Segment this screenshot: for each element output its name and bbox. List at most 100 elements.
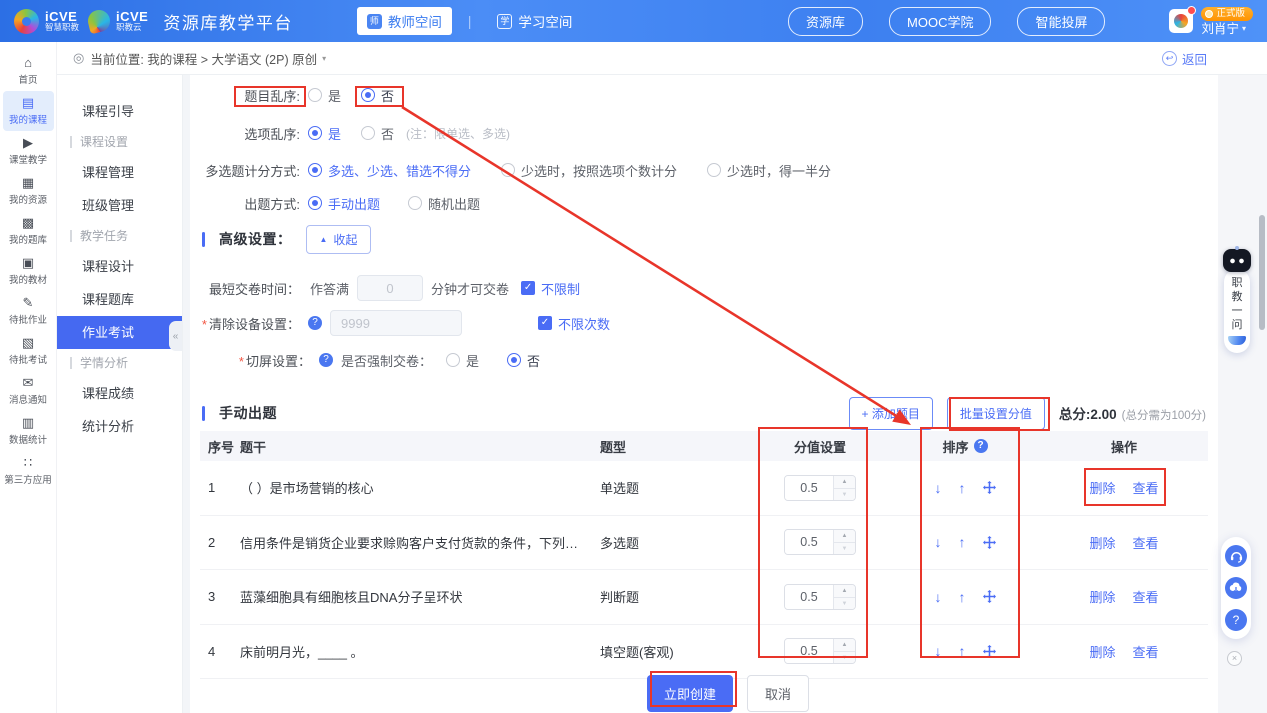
sidebar-item-data-statistics[interactable]: ▥ 数据统计 <box>3 411 54 451</box>
score-input[interactable] <box>785 639 833 663</box>
page-scrollbar[interactable] <box>1259 215 1265 330</box>
move-up-icon[interactable]: ↑ <box>959 590 966 604</box>
score-spinner[interactable]: ▲ ▼ <box>784 584 856 610</box>
min-submit-time-row: 最短交卷时间： 作答满 分钟才可交卷 ✓ 不限制 <box>190 273 1218 303</box>
no-time-limit-checkbox[interactable]: ✓ <box>521 281 535 295</box>
spinner-down-icon[interactable]: ▼ <box>834 651 855 664</box>
drag-move-icon[interactable] <box>983 645 996 658</box>
view-question-link[interactable]: 查看 <box>1133 587 1159 606</box>
force-submit-yes-radio[interactable]: 是 <box>446 351 479 370</box>
collapse-advanced-button[interactable]: ▲ 收起 <box>306 225 372 254</box>
sidebar-item-my-courses[interactable]: ▤ 我的课程 <box>3 91 54 131</box>
menu-item-course-grades[interactable]: 课程成绩 <box>57 377 182 410</box>
question-shuffle-yes-radio[interactable]: 是 <box>308 86 341 105</box>
tab-learning-space[interactable]: 学 学习空间 <box>487 7 582 35</box>
close-help-icon[interactable]: × <box>1227 651 1242 666</box>
option-shuffle-yes-radio[interactable]: 是 <box>308 124 341 143</box>
sidebar-item-my-textbooks[interactable]: ▣ 我的教材 <box>3 251 54 291</box>
sort-help-icon[interactable]: ? <box>974 439 988 453</box>
score-input[interactable] <box>785 530 833 554</box>
menu-item-class-management[interactable]: 班级管理 <box>57 189 182 222</box>
device-count-input[interactable] <box>330 310 462 336</box>
multi-scoring-half-radio[interactable]: 少选时，得一半分 <box>707 161 831 180</box>
move-up-icon[interactable]: ↑ <box>959 481 966 495</box>
option-shuffle-no-radio[interactable]: 否 <box>361 124 394 143</box>
user-avatar[interactable] <box>1169 9 1193 33</box>
delete-question-link[interactable]: 删除 <box>1089 587 1115 606</box>
back-button[interactable]: ↩ 返回 <box>1162 49 1207 68</box>
cloud-download-icon[interactable] <box>1225 577 1247 599</box>
delete-question-link[interactable]: 删除 <box>1089 642 1115 661</box>
sidebar-item-pending-exams[interactable]: ▧ 待批考试 <box>3 331 54 371</box>
score-spinner[interactable]: ▲ ▼ <box>784 638 856 664</box>
spinner-up-icon[interactable]: ▲ <box>834 476 855 488</box>
no-device-limit-checkbox[interactable]: ✓ <box>538 316 552 330</box>
sidebar-item-my-resources[interactable]: ▦ 我的资源 <box>3 171 54 211</box>
score-input[interactable] <box>785 476 833 500</box>
menu-item-statistical-analysis[interactable]: 统计分析 <box>57 410 182 443</box>
multi-scoring-by-count-radio[interactable]: 少选时，按照选项个数计分 <box>501 161 677 180</box>
force-submit-no-radio[interactable]: 否 <box>507 351 540 370</box>
score-spinner[interactable]: ▲ ▼ <box>784 529 856 555</box>
menu-collapse-handle[interactable]: « <box>169 321 182 351</box>
create-now-button[interactable]: 立即创建 <box>647 675 733 712</box>
score-input[interactable] <box>785 585 833 609</box>
manual-mode-radio[interactable]: 手动出题 <box>308 194 380 213</box>
score-spinner[interactable]: ▲ ▼ <box>784 475 856 501</box>
sidebar-item-third-party-apps[interactable]: ∷ 第三方应用 <box>3 451 54 491</box>
ai-assistant-widget[interactable]: 职教一问 <box>1221 249 1253 353</box>
resource-library-button[interactable]: 资源库 <box>788 7 863 36</box>
min-time-input[interactable] <box>357 275 423 301</box>
question-shuffle-no-radio[interactable]: 否 <box>361 86 394 105</box>
help-question-icon[interactable]: ? <box>1225 609 1247 631</box>
sidebar-item-home[interactable]: ⌂ 首页 <box>3 51 54 91</box>
move-up-icon[interactable]: ↑ <box>959 535 966 549</box>
move-down-icon[interactable]: ↓ <box>935 535 942 549</box>
move-down-icon[interactable]: ↓ <box>935 590 942 604</box>
mooc-college-button[interactable]: MOOC学院 <box>889 7 991 36</box>
menu-item-course-design[interactable]: 课程设计 <box>57 250 182 283</box>
spinner-down-icon[interactable]: ▼ <box>834 488 855 501</box>
drag-move-icon[interactable] <box>983 590 996 603</box>
drag-move-icon[interactable] <box>983 536 996 549</box>
no-time-limit-label[interactable]: 不限制 <box>541 279 580 298</box>
spinner-down-icon[interactable]: ▼ <box>834 542 855 555</box>
sidebar-item-messages[interactable]: ✉ 消息通知 <box>3 371 54 411</box>
move-up-icon[interactable]: ↑ <box>959 644 966 658</box>
spinner-up-icon[interactable]: ▲ <box>834 639 855 651</box>
spinner-up-icon[interactable]: ▲ <box>834 530 855 542</box>
view-question-link[interactable]: 查看 <box>1133 533 1159 552</box>
menu-item-homework-exam[interactable]: 作业考试 <box>57 316 182 349</box>
menu-item-course-question-bank[interactable]: 课程题库 <box>57 283 182 316</box>
screen-help-icon[interactable]: ? <box>319 353 333 367</box>
view-question-link[interactable]: 查看 <box>1133 478 1159 497</box>
sidebar-item-pending-homework[interactable]: ✎ 待批作业 <box>3 291 54 331</box>
menu-item-course-management[interactable]: 课程管理 <box>57 156 182 189</box>
multi-scoring-strict-radio[interactable]: 多选、少选、错选不得分 <box>308 161 471 180</box>
breadcrumb-bar: ◎ 当前位置: 我的课程 > 大学语文 (2P) 原创 ▾ ↩ 返回 <box>57 42 1267 75</box>
cancel-button[interactable]: 取消 <box>747 675 809 712</box>
delete-question-link[interactable]: 删除 <box>1089 533 1115 552</box>
sidebar-item-classroom-teaching[interactable]: ▶ 课堂教学 <box>3 131 54 171</box>
drag-move-icon[interactable] <box>983 481 996 494</box>
spinner-up-icon[interactable]: ▲ <box>834 585 855 597</box>
no-device-limit-label[interactable]: 不限次数 <box>558 314 610 333</box>
delete-question-link[interactable]: 删除 <box>1089 478 1115 497</box>
username-menu[interactable]: 刘肖宁 ▾ <box>1201 23 1246 36</box>
device-help-icon[interactable]: ? <box>308 316 322 330</box>
min-time-prefix: 作答满 <box>310 279 349 298</box>
move-down-icon[interactable]: ↓ <box>935 481 942 495</box>
view-question-link[interactable]: 查看 <box>1133 642 1159 661</box>
spinner-down-icon[interactable]: ▼ <box>834 597 855 610</box>
random-mode-radio[interactable]: 随机出题 <box>408 194 480 213</box>
assistant-pill[interactable]: 职教一问 <box>1224 269 1250 353</box>
batch-score-button[interactable]: 批量设置分值 <box>947 397 1045 430</box>
move-down-icon[interactable]: ↓ <box>935 644 942 658</box>
tab-teacher-space[interactable]: 师 教师空间 <box>357 7 452 35</box>
chevron-down-icon[interactable]: ▾ <box>322 54 326 63</box>
add-question-button[interactable]: + 添加题目 <box>849 397 933 430</box>
customer-service-icon[interactable] <box>1225 545 1247 567</box>
menu-item-course-guide[interactable]: 课程引导 <box>57 95 182 128</box>
sidebar-item-my-question-bank[interactable]: ▩ 我的题库 <box>3 211 54 251</box>
smart-casting-button[interactable]: 智能投屏 <box>1017 7 1105 36</box>
